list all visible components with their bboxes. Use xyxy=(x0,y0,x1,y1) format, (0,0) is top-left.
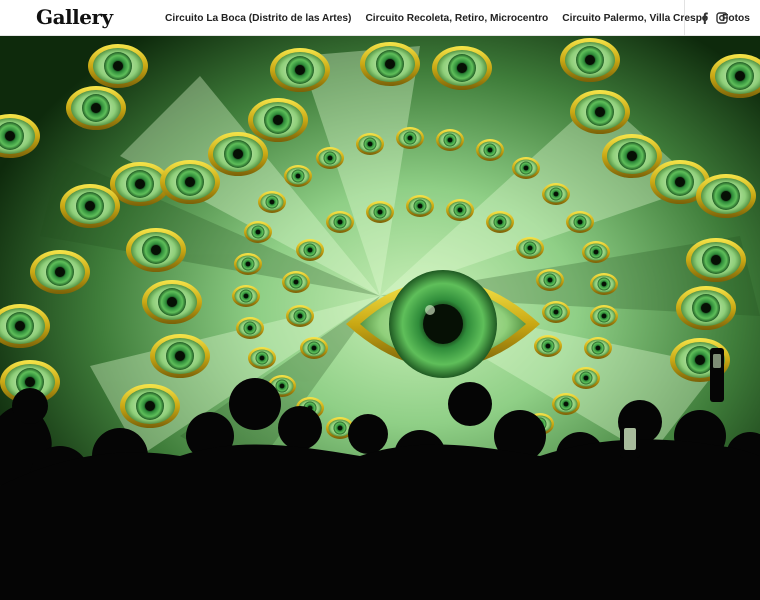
nav-item-la-boca[interactable]: Circuito La Boca (Distrito de las Artes) xyxy=(165,13,351,24)
instagram-icon[interactable] xyxy=(715,11,729,25)
hero-artwork xyxy=(0,36,760,600)
main-nav: Circuito La Boca (Distrito de las Artes)… xyxy=(165,0,750,36)
nav-item-palermo[interactable]: Circuito Palermo, Villa Crespo xyxy=(562,13,708,24)
facebook-icon[interactable] xyxy=(698,11,712,25)
hero-image xyxy=(0,36,760,600)
nav-item-recoleta[interactable]: Circuito Recoleta, Retiro, Microcentro xyxy=(365,13,548,24)
site-logo[interactable]: Gallery xyxy=(36,4,113,30)
header-divider xyxy=(684,0,685,36)
site-header: Gallery Circuito La Boca (Distrito de la… xyxy=(0,0,760,36)
